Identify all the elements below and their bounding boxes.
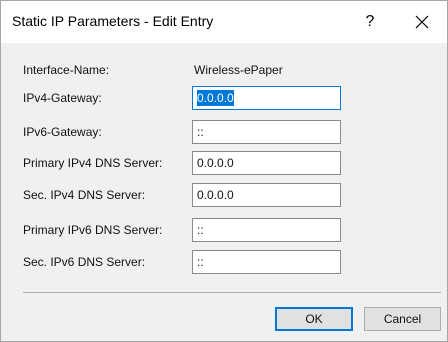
primary-ipv4-dns-value: 0.0.0.0 <box>197 156 234 170</box>
window-title: Static IP Parameters - Edit Entry <box>12 13 214 29</box>
ipv4-gateway-input[interactable]: 0.0.0.0 <box>192 86 341 110</box>
interface-name-label: Interface-Name: <box>23 63 110 77</box>
ipv4-gateway-value: 0.0.0.0 <box>197 90 234 106</box>
primary-ipv4-dns-input[interactable]: 0.0.0.0 <box>192 151 341 175</box>
close-icon <box>415 15 429 29</box>
ipv4-gateway-label: IPv4-Gateway: <box>23 91 102 105</box>
divider <box>23 292 441 293</box>
cancel-button[interactable]: Cancel <box>364 307 441 331</box>
title-bar[interactable]: Static IP Parameters - Edit Entry ? <box>1 1 447 43</box>
help-button[interactable]: ? <box>355 9 385 35</box>
sec-ipv6-dns-value: :: <box>197 255 204 269</box>
primary-ipv6-dns-value: :: <box>197 223 204 237</box>
ipv6-gateway-input[interactable]: :: <box>192 120 341 144</box>
dialog-body: Interface-Name: Wireless-ePaper IPv4-Gat… <box>1 43 447 341</box>
help-icon: ? <box>365 13 375 30</box>
sec-ipv4-dns-label: Sec. IPv4 DNS Server: <box>23 188 146 202</box>
sec-ipv6-dns-label: Sec. IPv6 DNS Server: <box>23 255 146 269</box>
ipv6-gateway-label: IPv6-Gateway: <box>23 125 102 139</box>
primary-ipv6-dns-input[interactable]: :: <box>192 218 341 242</box>
interface-name-value: Wireless-ePaper <box>194 63 283 77</box>
edit-entry-dialog: Static IP Parameters - Edit Entry ? Inte… <box>0 0 448 342</box>
ok-button[interactable]: OK <box>275 307 353 331</box>
close-button[interactable] <box>407 9 437 35</box>
primary-ipv4-dns-label: Primary IPv4 DNS Server: <box>23 156 163 170</box>
primary-ipv6-dns-label: Primary IPv6 DNS Server: <box>23 223 163 237</box>
sec-ipv4-dns-input[interactable]: 0.0.0.0 <box>192 183 341 207</box>
sec-ipv4-dns-value: 0.0.0.0 <box>197 188 234 202</box>
sec-ipv6-dns-input[interactable]: :: <box>192 250 341 274</box>
ipv6-gateway-value: :: <box>197 125 204 139</box>
